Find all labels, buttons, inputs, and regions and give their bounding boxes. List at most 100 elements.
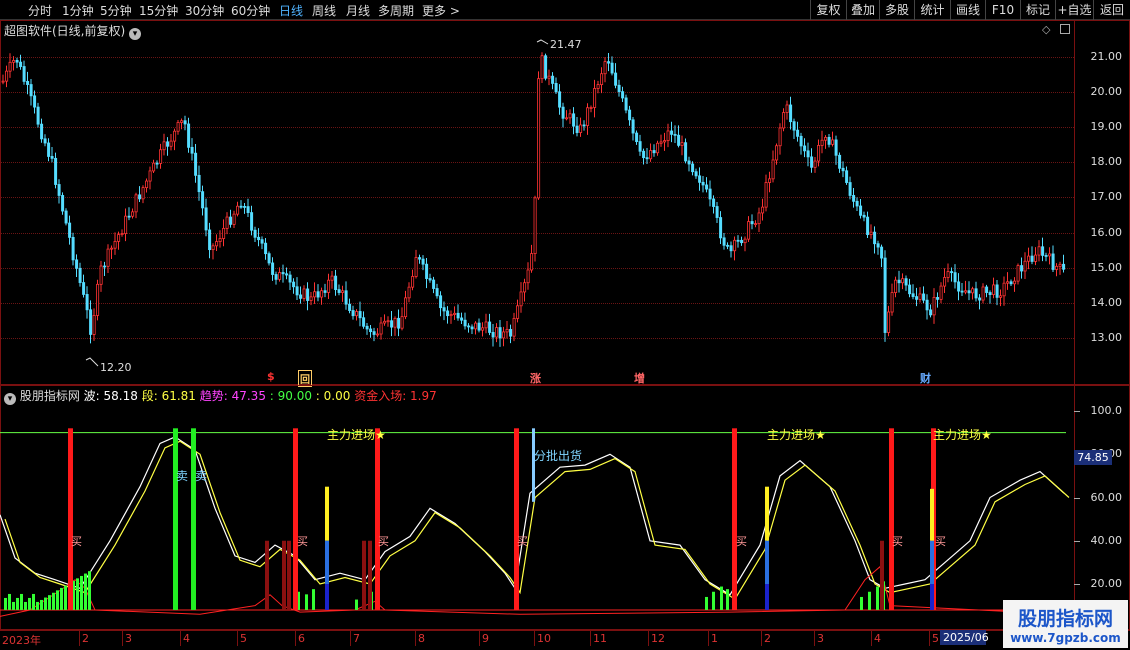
candle-body (817, 145, 821, 162)
toolbar-button-3[interactable]: 统计 (914, 0, 950, 20)
candle-body (96, 283, 100, 316)
timeframe-2[interactable]: 5分钟 (100, 2, 132, 19)
candle-body (117, 234, 121, 242)
current-date: 2025/06 (943, 631, 989, 644)
candle-body (880, 246, 884, 259)
extreme-pointer-line (536, 39, 549, 45)
inflow-bar (80, 575, 83, 610)
timeframe-9[interactable]: 多周期 (378, 2, 414, 19)
candle-body (652, 150, 656, 154)
period-toolbar: 分时 1分钟 5分钟 15分钟 30分钟 60分钟 日线 周线 月线 多周期 更多 > 复权 叠加 多股统… (0, 0, 1130, 20)
candle-body (92, 315, 96, 335)
candle-body (705, 184, 709, 190)
candle-body (12, 60, 16, 63)
toolbar-button-8[interactable]: 返回 (1093, 0, 1130, 20)
current-date-box: 2025/06 (940, 630, 989, 645)
inflow-bar (12, 601, 15, 610)
candle-body (393, 317, 397, 328)
timeframe-4[interactable]: 30分钟 (185, 2, 224, 19)
buy-signal-bar (889, 428, 894, 610)
candle-body (435, 288, 439, 297)
strength-bar-top (765, 486, 769, 541)
candle-body (628, 109, 632, 121)
candle-body (1002, 282, 1006, 297)
toolbar-button-6[interactable]: 标记 (1020, 0, 1055, 20)
candle-body (428, 278, 432, 281)
inflow-bar (4, 597, 7, 610)
candle-body (309, 296, 313, 301)
timeframe-0[interactable]: 分时 (28, 2, 52, 19)
event-marker[interactable]: 涨 (530, 370, 541, 386)
inflow-bar (88, 571, 91, 610)
candle-body (719, 217, 723, 239)
candle-body (288, 274, 292, 283)
candle-body (516, 305, 520, 319)
candle-body (103, 265, 107, 268)
candle-body (708, 188, 712, 200)
candle-body (78, 267, 82, 283)
strength-bar-mid (765, 540, 769, 584)
candle-body (169, 140, 173, 147)
candle-body (939, 285, 943, 300)
candle-body (645, 157, 649, 160)
timeframe-1[interactable]: 1分钟 (62, 2, 94, 19)
candle-body (383, 320, 387, 324)
candle-body (554, 83, 558, 93)
candle-body (663, 140, 667, 143)
candle-body (733, 239, 737, 252)
event-marker[interactable]: $ (267, 370, 275, 383)
x-axis-tick (814, 631, 815, 646)
toolbar-button-4[interactable]: 画线 (950, 0, 985, 20)
price-y-tick: 17.00 (1090, 190, 1123, 204)
candle-body (551, 75, 555, 84)
timeframe-3[interactable]: 15分钟 (139, 2, 178, 19)
candle-body (505, 328, 509, 333)
candle-body (519, 291, 523, 307)
toolbar-button-2[interactable]: 多股 (879, 0, 914, 20)
candle-body (218, 238, 222, 243)
price-y-tick: 19.00 (1090, 120, 1123, 134)
candle-body (852, 195, 856, 202)
toolbar-button-5[interactable]: F10 (985, 0, 1020, 20)
candle-body (68, 222, 72, 238)
candle-body (453, 312, 457, 315)
buy-label: 买 (736, 535, 747, 548)
toolbar-button-1[interactable]: 叠加 (846, 0, 879, 20)
candle-body (785, 104, 789, 113)
x-axis-label: 6 (298, 632, 305, 645)
inflow-bar (20, 593, 23, 610)
main-entry-label-2: 主力进场★ (767, 428, 826, 442)
candlestick-chart (1, 39, 1066, 367)
candle-body (344, 290, 348, 305)
candle-body (593, 88, 597, 108)
timeframe-10[interactable]: 更多 > (422, 2, 460, 19)
timeframe-5[interactable]: 60分钟 (231, 2, 270, 19)
event-marker[interactable]: 财 (920, 370, 931, 386)
candle-body (1027, 255, 1031, 262)
candle-body (456, 312, 460, 319)
toolbar-button-0[interactable]: 复权 (810, 0, 846, 20)
timeframe-8[interactable]: 月线 (346, 2, 370, 19)
event-marker[interactable]: 增 (634, 370, 645, 386)
buy-label: 买 (517, 535, 528, 548)
candle-body (271, 262, 275, 275)
candle-body (775, 145, 779, 161)
candle-body (796, 129, 800, 137)
candle-body (859, 205, 863, 216)
candle-body (530, 253, 534, 271)
inflow-bar (44, 597, 47, 610)
candle-body (239, 205, 243, 208)
candle-body (589, 107, 593, 109)
candle-body (484, 321, 488, 329)
timeframe-7[interactable]: 周线 (312, 2, 336, 19)
candle-body (421, 258, 425, 265)
x-axis-tick (479, 631, 480, 646)
x-axis-tick (534, 631, 535, 646)
timeframe-6[interactable]: 日线 (279, 2, 303, 19)
candle-body (600, 73, 604, 86)
toolbar-button-7[interactable]: +自选 (1055, 0, 1093, 20)
inflow-bar (32, 593, 35, 610)
candle-body (110, 247, 114, 250)
x-axis-tick (648, 631, 649, 646)
candle-body (467, 325, 471, 328)
